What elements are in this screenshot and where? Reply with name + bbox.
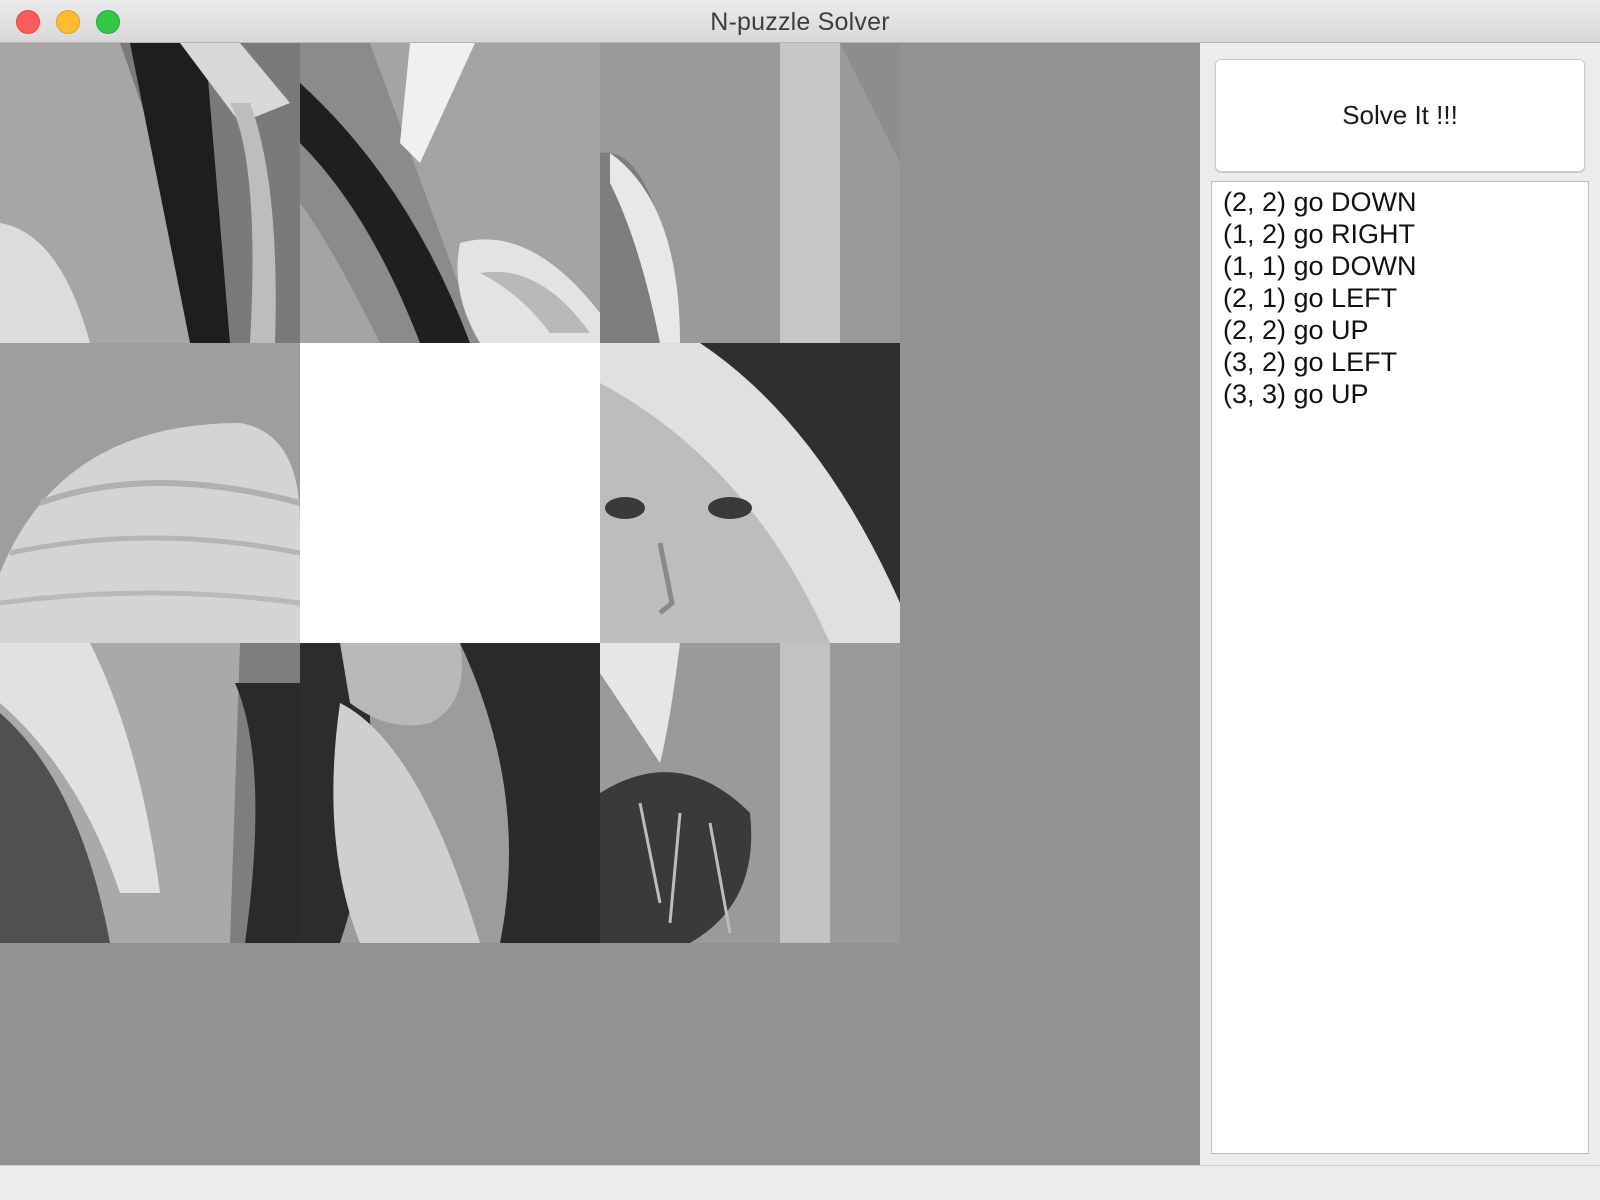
puzzle-tile[interactable] — [300, 43, 600, 343]
puzzle-tile[interactable] — [600, 643, 900, 943]
list-item[interactable]: (1, 2) go RIGHT — [1223, 218, 1577, 250]
list-item[interactable]: (3, 2) go LEFT — [1223, 346, 1577, 378]
puzzle-tile[interactable] — [300, 643, 600, 943]
puzzle-tile[interactable] — [600, 343, 900, 643]
list-item[interactable]: (2, 2) go UP — [1223, 314, 1577, 346]
list-item[interactable]: (2, 1) go LEFT — [1223, 282, 1577, 314]
puzzle-tile[interactable] — [0, 643, 300, 943]
title-bar: N-puzzle Solver — [0, 0, 1600, 43]
list-item[interactable]: (3, 3) go UP — [1223, 378, 1577, 410]
moves-list[interactable]: (2, 2) go DOWN (1, 2) go RIGHT (1, 1) go… — [1211, 181, 1589, 1154]
puzzle-board — [0, 43, 900, 943]
puzzle-tile[interactable] — [0, 343, 300, 643]
empty-tile[interactable] — [300, 343, 600, 643]
puzzle-canvas — [0, 43, 1200, 1165]
list-item[interactable]: (2, 2) go DOWN — [1223, 186, 1577, 218]
solve-button[interactable]: Solve It !!! — [1215, 59, 1585, 172]
app-window: N-puzzle Solver Solve It !!! (2, 2) go D… — [0, 0, 1600, 1200]
list-item[interactable]: (1, 1) go DOWN — [1223, 250, 1577, 282]
window-title: N-puzzle Solver — [710, 8, 890, 36]
side-panel: Solve It !!! (2, 2) go DOWN (1, 2) go RI… — [1200, 43, 1600, 1165]
puzzle-tile[interactable] — [0, 43, 300, 343]
status-bar — [0, 1165, 1600, 1200]
puzzle-tile[interactable] — [600, 43, 900, 343]
